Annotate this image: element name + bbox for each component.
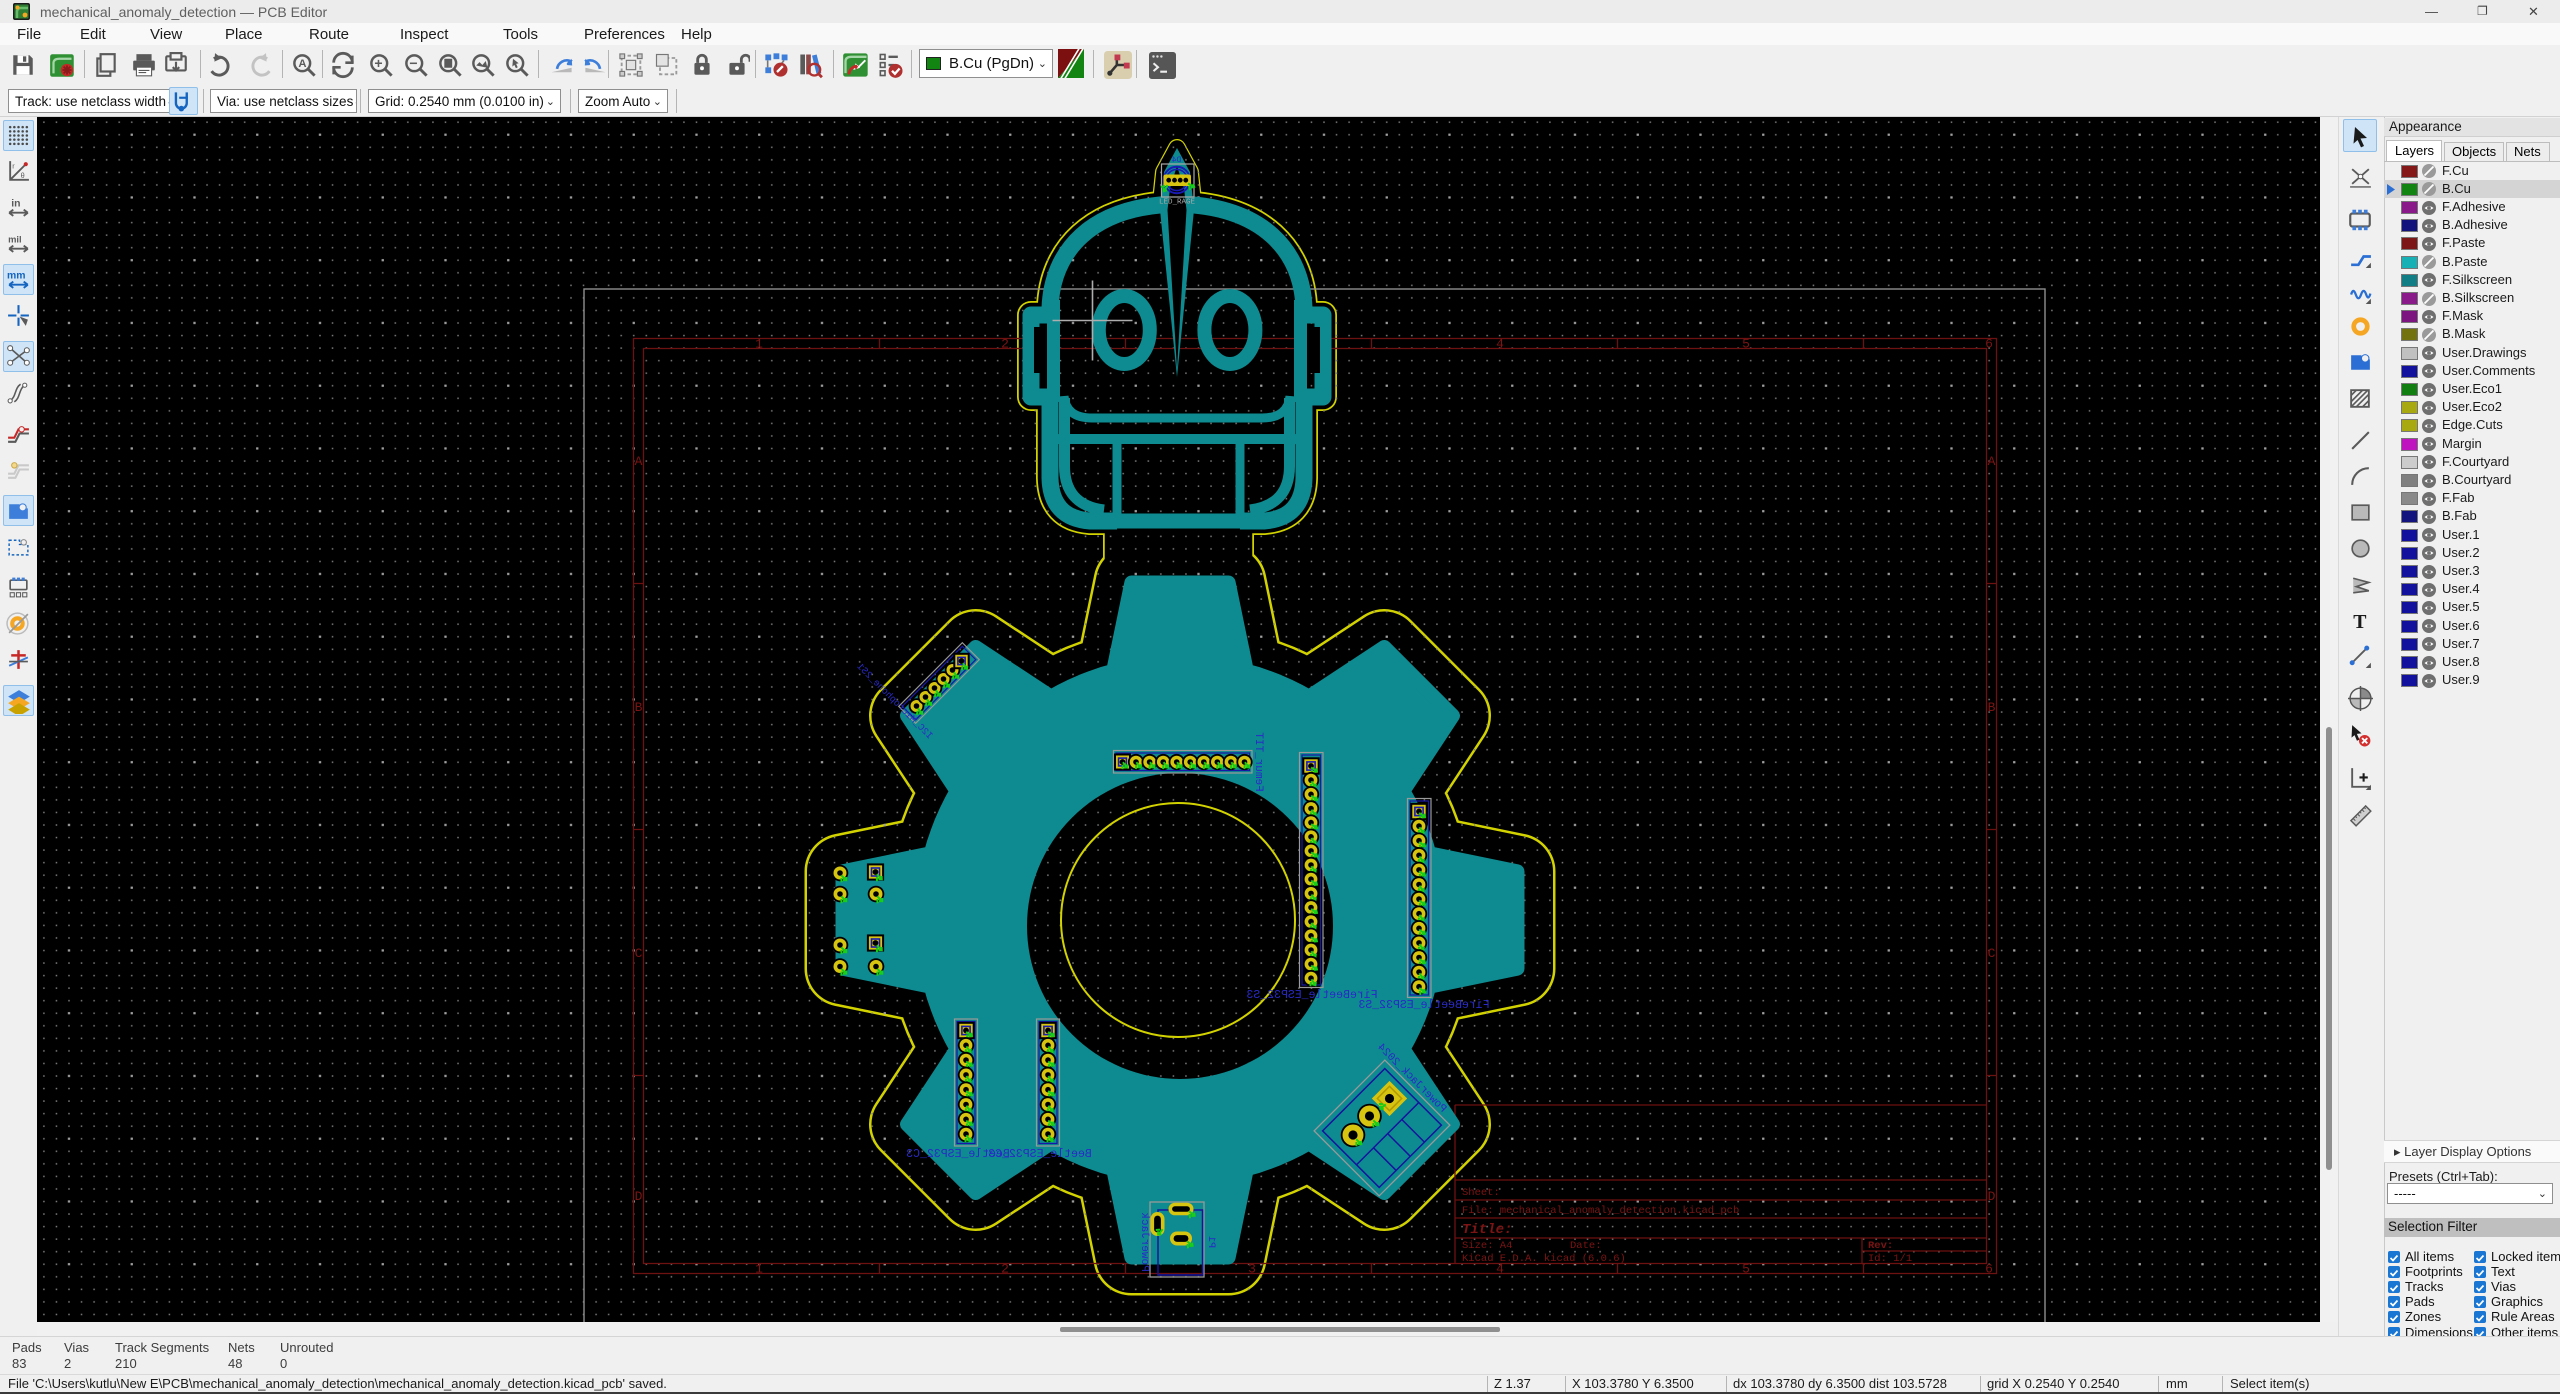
svg-text:Femur_TIT: Femur_TIT xyxy=(1252,732,1264,792)
svg-text:D: D xyxy=(635,1189,643,1204)
svg-text:4: 4 xyxy=(1496,337,1504,352)
svg-text:C: C xyxy=(1988,946,1996,961)
svg-text:mil: mil xyxy=(8,234,22,244)
svg-text:P1: P1 xyxy=(1205,1236,1216,1248)
svg-text:Size: A4: Size: A4 xyxy=(1462,1240,1512,1252)
svg-text:D4: D4 xyxy=(1172,156,1182,165)
svg-text:Title:: Title: xyxy=(1462,1222,1512,1238)
svg-text:1: 1 xyxy=(755,337,763,352)
svg-text:Sheet:: Sheet: xyxy=(1462,1187,1500,1199)
svg-text:Beetle_ESP32_C3: Beetle_ESP32_C3 xyxy=(988,1148,1092,1161)
svg-text:5: 5 xyxy=(1742,337,1750,352)
svg-text:6: 6 xyxy=(1985,1262,1993,1277)
svg-text:LED_RAGE: LED_RAGE xyxy=(1159,199,1196,207)
svg-text:r: r xyxy=(12,161,15,170)
svg-text:FireBeetle_ESP32_S3: FireBeetle_ESP32_S3 xyxy=(1358,999,1489,1012)
svg-text:C: C xyxy=(635,946,643,961)
svg-text:Id: 1/1: Id: 1/1 xyxy=(1868,1253,1912,1265)
svg-text:6: 6 xyxy=(1985,337,1993,352)
svg-text:2: 2 xyxy=(1001,337,1009,352)
svg-text:KiCad E.D.A. kicad (6.0.6): KiCad E.D.A. kicad (6.0.6) xyxy=(1462,1253,1626,1265)
svg-text:θ: θ xyxy=(21,171,25,180)
svg-text:1: 1 xyxy=(755,1262,763,1277)
svg-text:D: D xyxy=(1988,1189,1996,1204)
svg-text:FireBeetle_ESP32_S3: FireBeetle_ESP32_S3 xyxy=(1246,989,1377,1002)
svg-text:T: T xyxy=(2353,611,2366,633)
svg-text:B: B xyxy=(635,700,643,715)
svg-text:+: + xyxy=(374,55,382,71)
svg-text:PowerJack: PowerJack xyxy=(1138,1212,1150,1272)
svg-text:Rev:: Rev: xyxy=(1868,1240,1893,1252)
svg-text:File: mechanical_anomaly_detec: File: mechanical_anomaly_detection.kicad… xyxy=(1462,1205,1739,1217)
svg-text:in: in xyxy=(11,198,20,209)
svg-text:B: B xyxy=(1988,700,1996,715)
svg-text:3: 3 xyxy=(1248,1262,1256,1277)
svg-text:2: 2 xyxy=(1001,1262,1009,1277)
svg-text:mm: mm xyxy=(7,270,26,281)
svg-text:A: A xyxy=(298,58,306,70)
svg-text:5: 5 xyxy=(1742,1262,1750,1277)
svg-text:A: A xyxy=(635,454,643,469)
svg-text:−: − xyxy=(409,55,417,71)
svg-text:A: A xyxy=(1988,454,1996,469)
svg-text:Date:: Date: xyxy=(1570,1240,1602,1252)
